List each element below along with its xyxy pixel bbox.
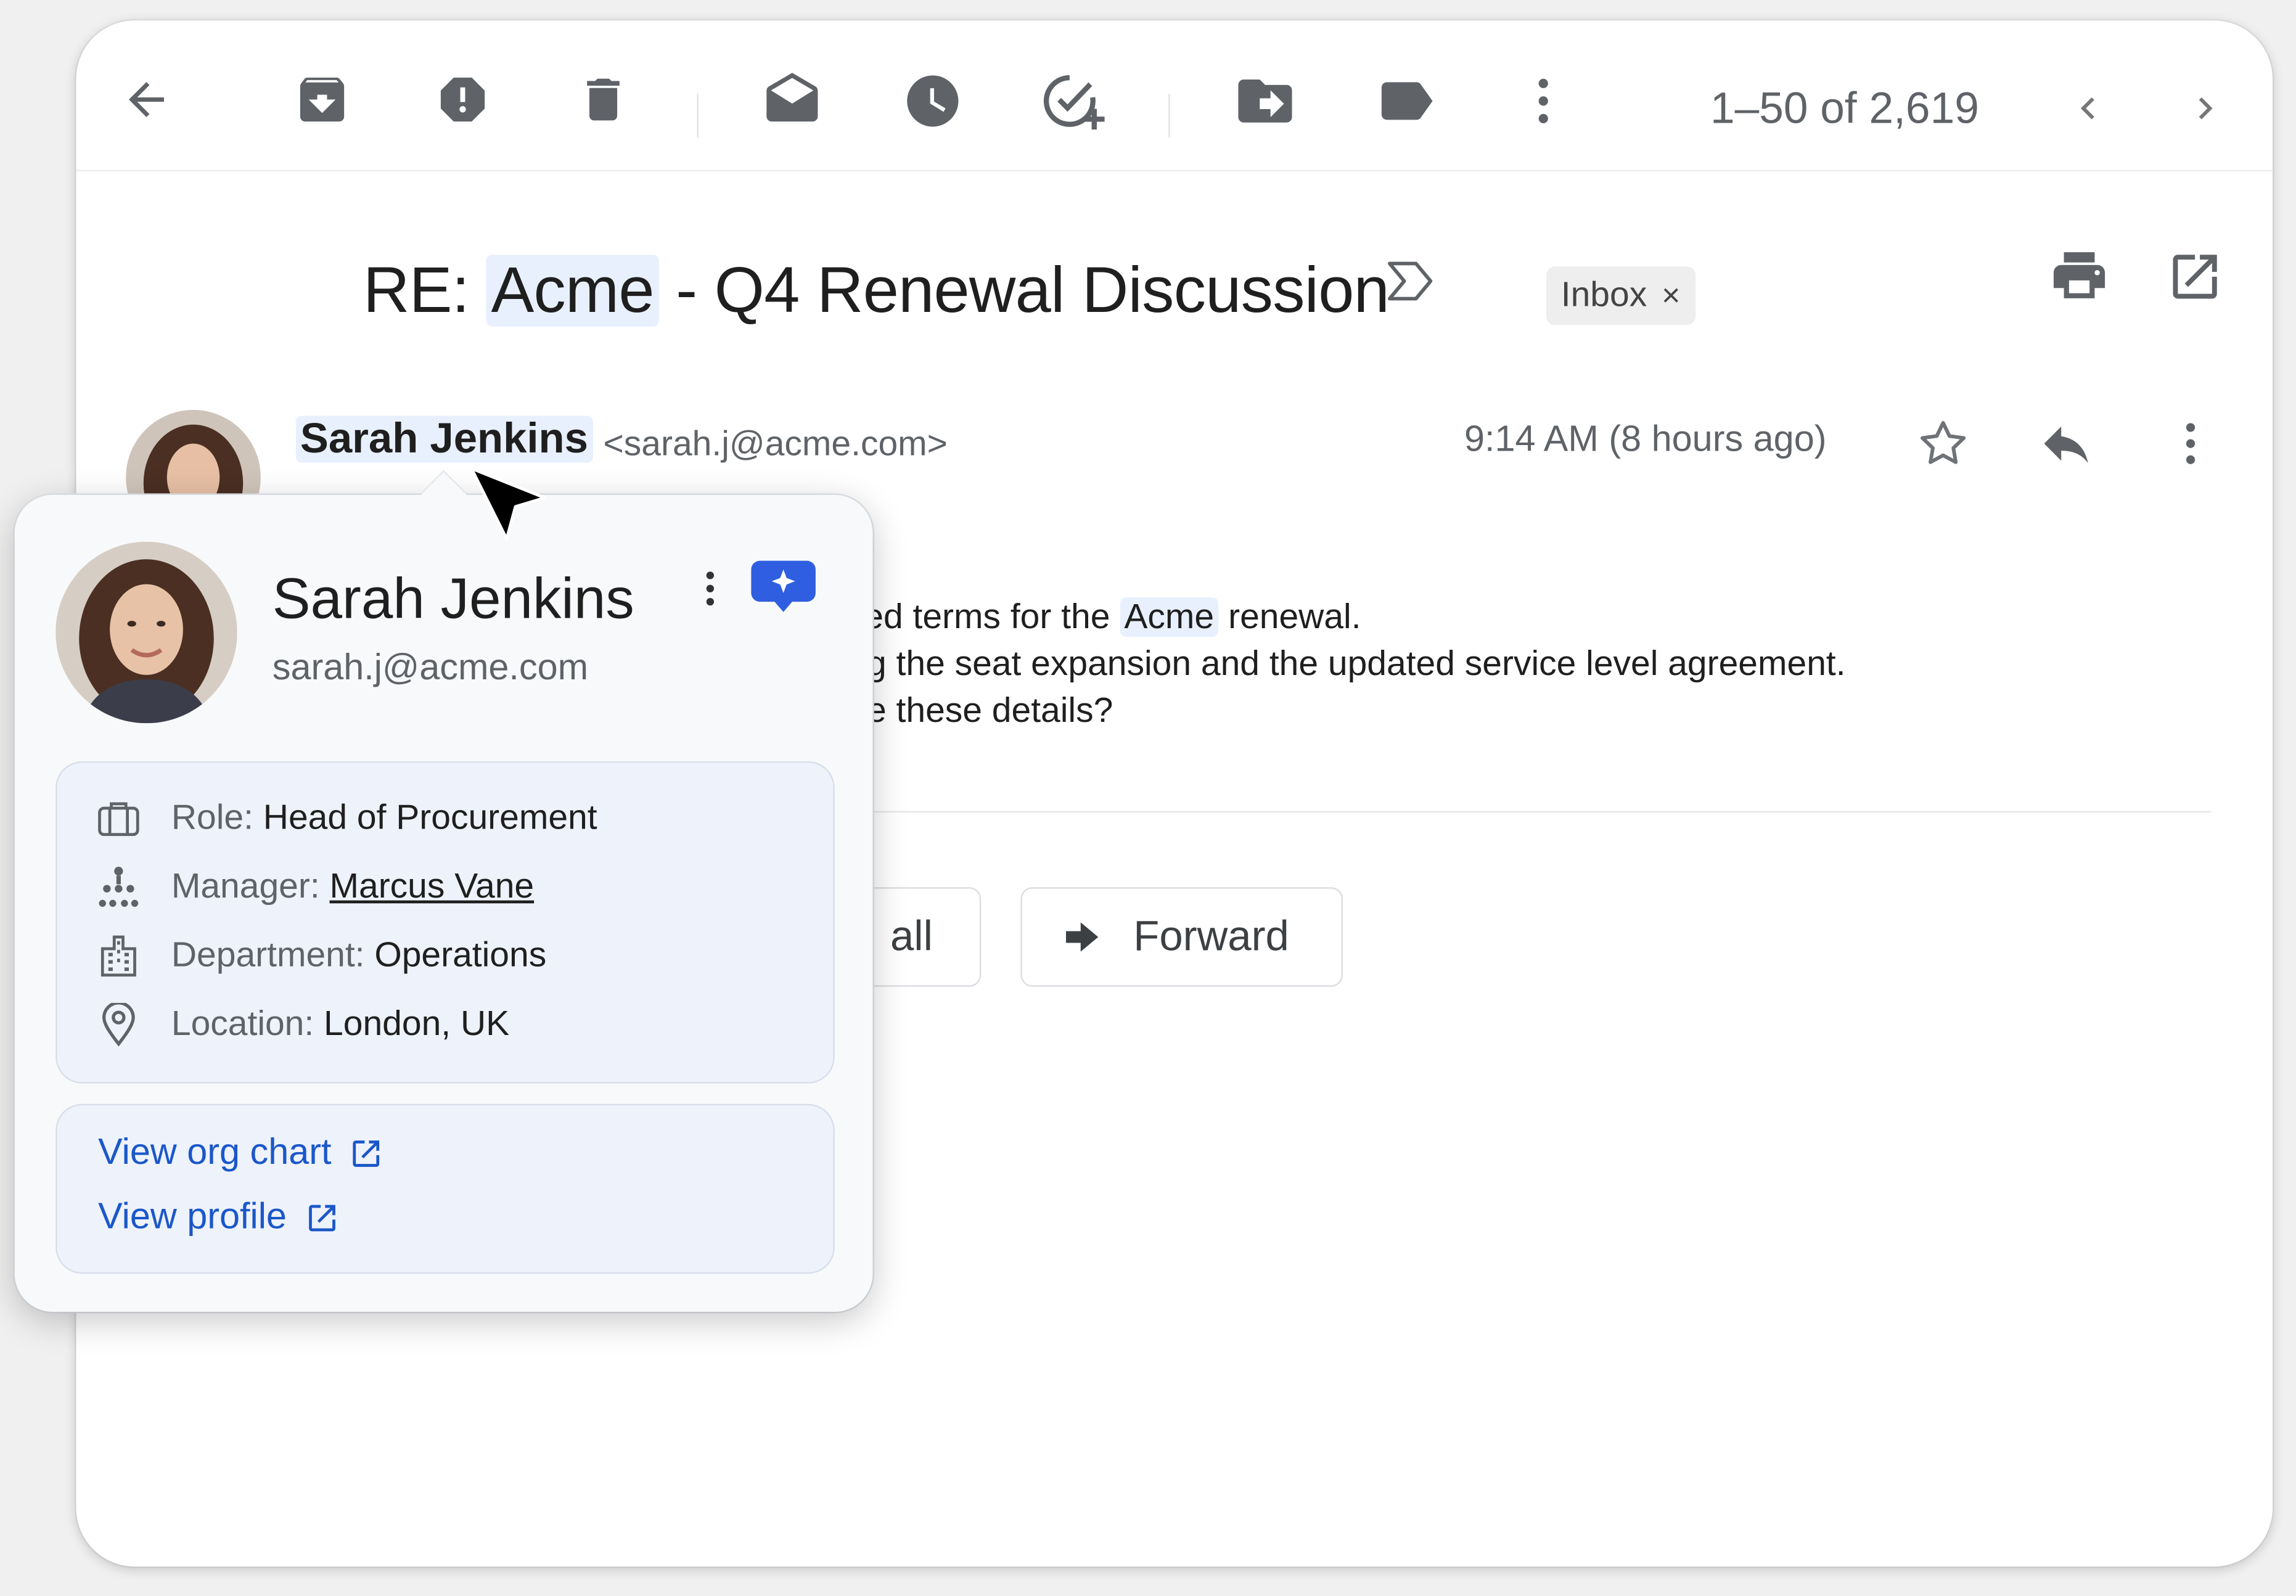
manager-link[interactable]: Marcus Vane (330, 867, 535, 908)
contact-hover-card: Sarah Jenkins sarah.j@acme.com Role: Hea… (14, 472, 873, 1312)
mouse-cursor-icon (469, 465, 557, 554)
contact-email[interactable]: sarah.j@acme.com (273, 647, 588, 690)
more-vert-icon[interactable] (1511, 65, 1576, 138)
message-more-icon[interactable] (2162, 410, 2220, 477)
open-in-new-window-icon[interactable] (2162, 243, 2229, 310)
contact-details-box: Role: Head of Procurement Manager: Marcu… (55, 761, 835, 1084)
building-icon (95, 933, 142, 980)
sender-name[interactable]: Sarah Jenkins (295, 415, 593, 464)
pagination-count: 1–50 of 2,619 (1710, 84, 1979, 134)
toolbar-divider (76, 170, 2273, 171)
move-to-icon[interactable] (1227, 65, 1303, 138)
detail-row-manager: Manager: Marcus Vane (95, 861, 534, 914)
delete-icon[interactable] (568, 65, 639, 135)
body-company-highlight[interactable]: Acme (1120, 597, 1219, 637)
chevron-left-icon[interactable] (2059, 79, 2117, 137)
forward-button[interactable]: Forward (1020, 887, 1343, 987)
label-chip-text: Inbox (1560, 275, 1647, 315)
chevron-right-icon[interactable] (2176, 79, 2234, 137)
subject-company-highlight[interactable]: Acme (486, 255, 658, 327)
org-tree-icon (95, 864, 142, 911)
sender-email: <sarah.j@acme.com> (603, 424, 948, 464)
add-to-tasks-icon[interactable] (1037, 65, 1113, 138)
snooze-icon[interactable] (896, 65, 970, 138)
contact-links-box: View org chart View profile (55, 1103, 835, 1274)
view-profile-link[interactable]: View profile (98, 1196, 339, 1238)
briefcase-icon (95, 795, 142, 842)
label-remove-icon[interactable]: × (1662, 277, 1681, 315)
location-pin-icon (95, 1002, 142, 1049)
external-link-icon (349, 1136, 384, 1171)
print-icon[interactable] (2044, 240, 2115, 311)
toolbar-divider (697, 94, 699, 138)
detail-row-location: Location: London, UK (95, 999, 509, 1052)
email-timestamp: 9:14 AM (8 hours ago) (1464, 419, 1827, 460)
toolbar-divider (1168, 94, 1170, 138)
star-icon[interactable] (1909, 410, 1977, 477)
detail-row-role: Role: Head of Procurement (95, 792, 597, 845)
forward-arrow-icon (1063, 920, 1101, 955)
label-chip-inbox: Inbox × (1546, 266, 1695, 325)
body-line-2: g the seat expansion and the updated ser… (867, 644, 1846, 684)
body-line-3: e these details? (867, 691, 1113, 731)
reply-icon[interactable] (2033, 410, 2100, 477)
view-org-chart-link[interactable]: View org chart (98, 1132, 384, 1174)
body-divider (867, 811, 2212, 813)
label-icon[interactable] (1367, 65, 1444, 138)
contact-name: Sarah Jenkins (272, 568, 634, 631)
importance-marker-icon[interactable] (1379, 249, 1444, 314)
mark-unread-icon[interactable] (756, 65, 829, 138)
screen: 1–50 of 2,619 RE: Acme - Q4 Renewal Disc… (0, 0, 2296, 1596)
back-arrow-icon[interactable] (114, 67, 179, 132)
card-more-icon[interactable] (688, 562, 732, 615)
external-link-icon (304, 1200, 339, 1235)
report-spam-icon[interactable] (428, 65, 498, 135)
detail-row-department: Department: Operations (95, 930, 546, 983)
body-line-1: ed terms for the Acme renewal. (864, 597, 1361, 637)
ai-chat-icon[interactable] (747, 557, 820, 618)
email-subject: RE: Acme - Q4 Renewal Discussion (363, 255, 1390, 327)
archive-icon[interactable] (287, 65, 358, 135)
contact-avatar (55, 541, 237, 724)
